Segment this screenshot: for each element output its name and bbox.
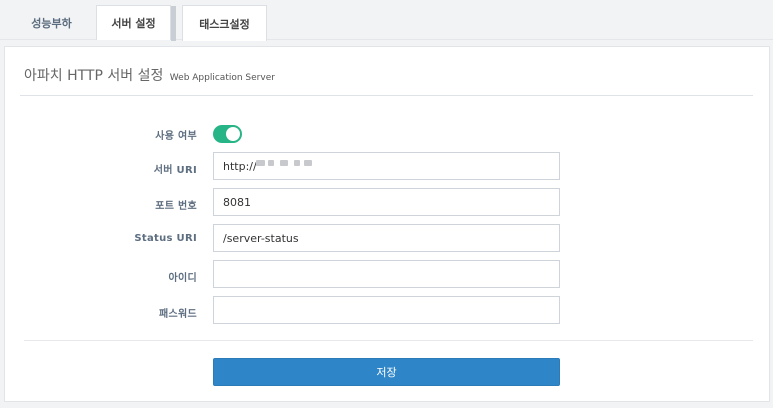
- panel-title: 아파치 HTTP 서버 설정 Web Application Server: [24, 65, 275, 85]
- panel-title-text: 아파치 HTTP 서버 설정: [24, 68, 164, 84]
- save-button[interactable]: 저장: [213, 358, 560, 386]
- tab-server-settings[interactable]: 서버 설정: [96, 5, 176, 41]
- password-label: 패스워드: [159, 309, 197, 320]
- user-id-input[interactable]: [213, 260, 560, 288]
- server-uri-label: 서버 URI: [153, 165, 197, 176]
- toggle-knob: [226, 127, 240, 141]
- port-label: 포트 번호: [155, 201, 197, 212]
- panel-subtitle: Web Application Server: [169, 73, 275, 83]
- form-divider: [24, 340, 753, 341]
- enabled-label: 사용 여부: [155, 131, 197, 142]
- title-divider: [20, 95, 753, 96]
- port-input[interactable]: [213, 188, 560, 216]
- status-uri-label: Status URI: [134, 233, 197, 244]
- status-uri-input[interactable]: [213, 224, 560, 252]
- tab-bar: 성능부하 서버 설정 태스크설정: [0, 0, 773, 41]
- user-id-label: 아이디: [168, 273, 197, 284]
- enabled-toggle[interactable]: [213, 125, 242, 143]
- password-input[interactable]: [213, 296, 560, 324]
- settings-panel: 아파치 HTTP 서버 설정 Web Application Server 사용…: [4, 46, 770, 402]
- redacted-host: [256, 160, 336, 170]
- tab-performance-load[interactable]: 성능부하: [15, 5, 88, 40]
- tab-task-settings[interactable]: 태스크설정: [182, 5, 267, 41]
